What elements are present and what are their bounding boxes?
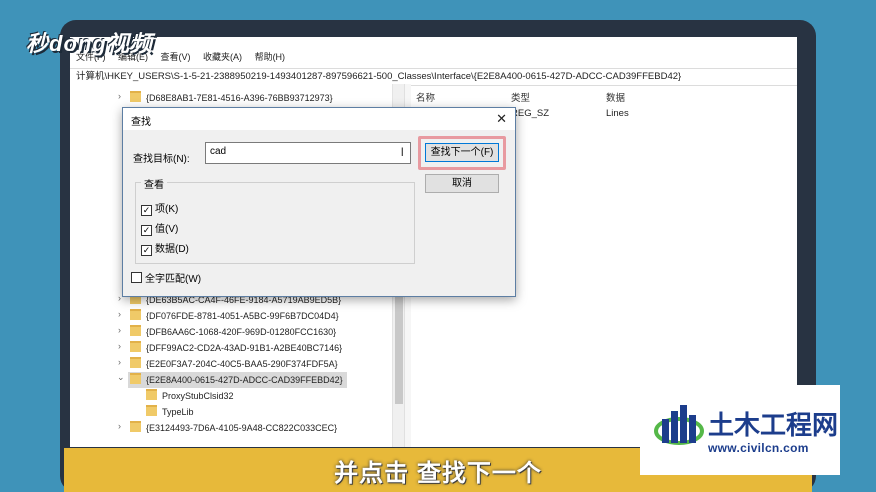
checkmark-icon: ✓	[141, 245, 152, 256]
chevron-right-icon[interactable]: ›	[118, 341, 121, 351]
folder-icon	[146, 389, 157, 400]
find-what-label: 查找目标(N):	[133, 154, 190, 165]
folder-icon	[130, 91, 141, 102]
chevron-right-icon[interactable]: ›	[118, 421, 121, 431]
building-logo-icon	[654, 405, 704, 445]
chevron-right-icon[interactable]: ›	[118, 293, 121, 303]
text-cursor-icon: I	[400, 145, 404, 159]
find-what-input[interactable]: cad I	[205, 142, 411, 164]
find-next-highlight	[418, 136, 506, 170]
checkmark-icon: ✓	[141, 225, 152, 236]
match-whole-string-checkbox[interactable]: 全字匹配(W)	[131, 270, 201, 285]
value-data-cell[interactable]: Lines	[606, 108, 629, 119]
tree-item[interactable]: TypeLib	[146, 404, 194, 420]
values-checkbox[interactable]: ✓ 值(V)	[141, 220, 178, 236]
menu-help[interactable]: 帮助(H)	[255, 52, 286, 62]
empty-checkbox-icon	[131, 272, 142, 283]
data-checkbox[interactable]: ✓ 数据(D)	[141, 240, 189, 256]
chevron-right-icon[interactable]: ›	[118, 357, 121, 367]
tree-item[interactable]: {E3124493-7D6A-4105-9A48-CC822C033CEC}	[130, 420, 337, 436]
civilcn-url: www.civilcn.com	[708, 441, 809, 455]
tree-item[interactable]: {DFF99AC2-CD2A-43AD-91B1-A2BE40BC7146}	[130, 340, 342, 356]
dialog-titlebar[interactable]: 查找 ✕	[123, 108, 515, 130]
keys-checkbox[interactable]: ✓ 项(K)	[141, 200, 178, 216]
civilcn-name: 土木工程网	[708, 410, 839, 440]
column-header-name[interactable]: 名称	[416, 90, 435, 104]
chevron-right-icon[interactable]: ›	[118, 309, 121, 319]
look-at-label: 查看	[141, 176, 167, 191]
dialog-title: 查找	[131, 117, 151, 128]
chevron-right-icon[interactable]: ›	[118, 91, 121, 101]
tree-item[interactable]: {E2E0F3A7-204C-40C5-BAA5-290F374FDF5A}	[130, 356, 338, 372]
folder-open-icon	[130, 373, 141, 384]
column-header-data[interactable]: 数据	[606, 90, 625, 104]
tree-item[interactable]: {D68E8AB1-7E81-4516-A396-76BB93712973}	[130, 90, 333, 106]
civilcn-logo: 土木工程网 www.civilcn.com	[640, 385, 840, 475]
tree-item-selected[interactable]: {E2E8A400-0615-427D-ADCC-CAD39FFEBD42}	[128, 372, 347, 388]
tree-item[interactable]: {DF076FDE-8781-4051-A5BC-99F6B7DC04D4}	[130, 308, 339, 324]
checkmark-icon: ✓	[141, 205, 152, 216]
video-watermark-logo: 秒dong视频	[26, 31, 153, 56]
value-type-cell[interactable]: REG_SZ	[511, 108, 549, 119]
chevron-right-icon[interactable]: ›	[118, 325, 121, 335]
folder-icon	[130, 325, 141, 336]
chevron-down-icon[interactable]: ⌄	[117, 372, 125, 383]
folder-icon	[130, 357, 141, 368]
folder-icon	[130, 341, 141, 352]
menu-view[interactable]: 查看(V)	[161, 52, 191, 62]
folder-icon	[130, 309, 141, 320]
column-header-type[interactable]: 类型	[511, 90, 530, 104]
folder-icon	[130, 421, 141, 432]
folder-icon	[146, 405, 157, 416]
tree-item[interactable]: ProxyStubClsid32	[146, 388, 234, 404]
menu-favorites[interactable]: 收藏夹(A)	[203, 52, 242, 62]
close-icon[interactable]: ✕	[496, 111, 507, 127]
cancel-button[interactable]: 取消	[425, 174, 499, 193]
tree-item[interactable]: {DFB6AA6C-1068-420F-969D-01280FCC1630}	[130, 324, 336, 340]
